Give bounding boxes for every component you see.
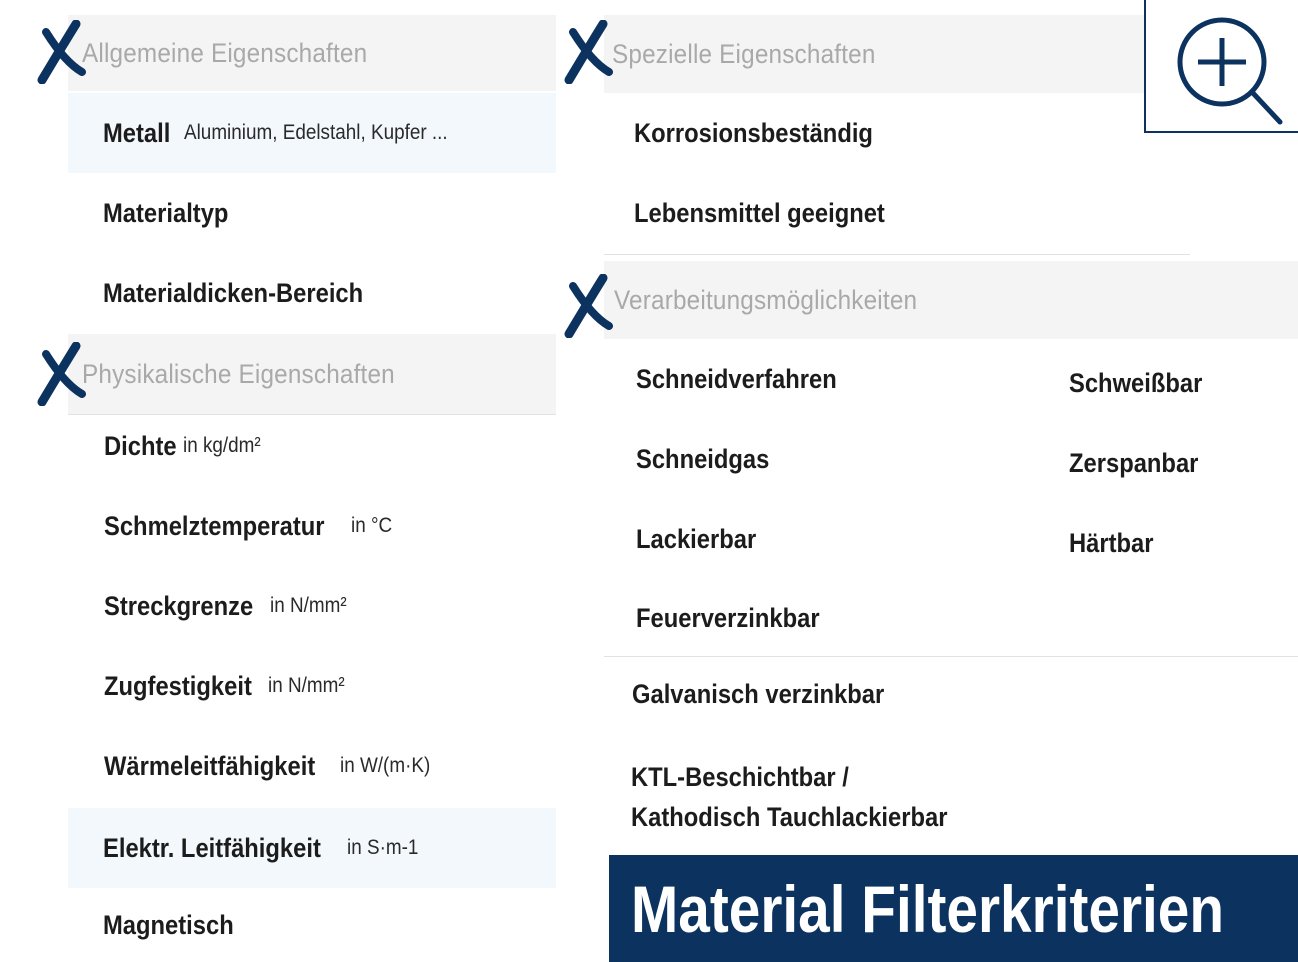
filter-label: Wärmeleitfähigkeit [104, 750, 316, 781]
filter-label: Dichte [104, 430, 177, 461]
filter-item-materialdicken[interactable]: Materialdicken-Bereich [68, 253, 556, 333]
section-header-processing[interactable]: Verarbeitungsmöglichkeiten [604, 261, 1298, 339]
filter-label: Schweißbar [1069, 367, 1203, 398]
filter-item-korrosionsbestaendig[interactable]: Korrosionsbeständig [604, 93, 1144, 173]
filter-item-lackierbar[interactable]: Lackierbar [604, 499, 1024, 579]
filter-item-streckgrenze[interactable]: Streckgrenze in N/mm² [68, 566, 556, 646]
filter-unit: in N/mm² [269, 594, 347, 617]
filter-label: Zerspanbar [1069, 447, 1199, 478]
divider [604, 254, 1190, 255]
zoom-in-icon [1177, 17, 1283, 125]
filter-item-zerspanbar[interactable]: Zerspanbar [1040, 423, 1298, 503]
filter-label: Lebensmittel geeignet [634, 197, 885, 228]
filter-unit: in W/(m·K) [340, 754, 431, 777]
section-title: Verarbeitungsmöglichkeiten [614, 284, 918, 315]
filter-label: Materialdicken-Bereich [103, 277, 364, 308]
filter-label: Magnetisch [103, 909, 234, 940]
section-header-general[interactable]: Allgemeine Eigenschaften [68, 15, 556, 91]
filter-label: Zugfestigkeit [104, 670, 252, 701]
filter-item-ktl[interactable]: KTL-Beschichtbar / Kathodisch Tauchlacki… [604, 752, 1298, 842]
filter-item-magnetisch[interactable]: Magnetisch [68, 888, 556, 962]
filter-unit: in °C [350, 514, 392, 537]
filter-label: Schneidgas [636, 443, 770, 474]
filter-hint: Aluminium, Edelstahl, Kupfer ... [183, 121, 448, 144]
filter-item-materialtyp[interactable]: Materialtyp [68, 173, 556, 253]
x-mark-icon[interactable] [563, 20, 613, 84]
filter-label: Lackierbar [636, 523, 757, 554]
filter-item-feuerverzinkbar[interactable]: Feuerverzinkbar [604, 579, 1024, 657]
x-mark-icon[interactable] [36, 342, 86, 406]
filter-item-dichte[interactable]: Dichte in kg/dm² [68, 406, 556, 486]
page-title: Material Filterkriterien [631, 871, 1225, 946]
filter-label: Galvanisch verzinkbar [632, 678, 885, 709]
filter-label: Elektr. Leitfähigkeit [103, 832, 321, 863]
filter-item-schneidgas[interactable]: Schneidgas [604, 419, 1024, 499]
section-header-special[interactable]: Spezielle Eigenschaften [604, 15, 1144, 93]
filter-label: Härtbar [1069, 527, 1154, 558]
filter-label: Korrosionsbeständig [634, 117, 873, 148]
filter-label: Schmelztemperatur [104, 510, 325, 541]
x-mark-icon[interactable] [36, 20, 86, 84]
section-header-physical[interactable]: Physikalische Eigenschaften [68, 334, 556, 414]
filter-item-waermeleitfaehigkeit[interactable]: Wärmeleitfähigkeit in W/(m·K) [68, 726, 556, 806]
filter-unit: in N/mm² [268, 674, 345, 697]
page-title-banner: Material Filterkriterien [609, 855, 1298, 962]
filter-label-line1: KTL-Beschichtbar / [631, 762, 849, 792]
filter-item-schneidverfahren[interactable]: Schneidverfahren [604, 339, 1024, 419]
x-mark-icon[interactable] [563, 274, 613, 338]
filter-item-haertbar[interactable]: Härtbar [1040, 503, 1298, 583]
filter-item-metall[interactable]: Metall Aluminium, Edelstahl, Kupfer ... [68, 93, 556, 173]
section-title: Spezielle Eigenschaften [612, 38, 876, 69]
filter-label-line2: Kathodisch Tauchlackierbar [631, 802, 948, 832]
filter-label: Metall [103, 117, 171, 148]
filter-label: Schneidverfahren [636, 363, 837, 394]
filter-item-schweissbar[interactable]: Schweißbar [1040, 343, 1298, 423]
filter-label: Feuerverzinkbar [636, 602, 820, 633]
zoom-button[interactable] [1144, 0, 1298, 133]
section-title: Physikalische Eigenschaften [82, 358, 395, 389]
filter-item-galvanisch[interactable]: Galvanisch verzinkbar [604, 656, 1298, 732]
filter-item-schmelztemperatur[interactable]: Schmelztemperatur in °C [68, 486, 556, 566]
filter-item-zugfestigkeit[interactable]: Zugfestigkeit in N/mm² [68, 646, 556, 726]
section-title: Allgemeine Eigenschaften [82, 37, 368, 68]
filter-item-elektr-leitfaehigkeit[interactable]: Elektr. Leitfähigkeit in S·m-1 [68, 808, 556, 888]
filter-unit: in kg/dm² [182, 434, 261, 457]
filter-unit: in S·m-1 [346, 836, 419, 859]
filter-label: Streckgrenze [104, 590, 254, 621]
filter-label: Materialtyp [103, 197, 229, 228]
filter-item-lebensmittel[interactable]: Lebensmittel geeignet [604, 173, 1190, 253]
